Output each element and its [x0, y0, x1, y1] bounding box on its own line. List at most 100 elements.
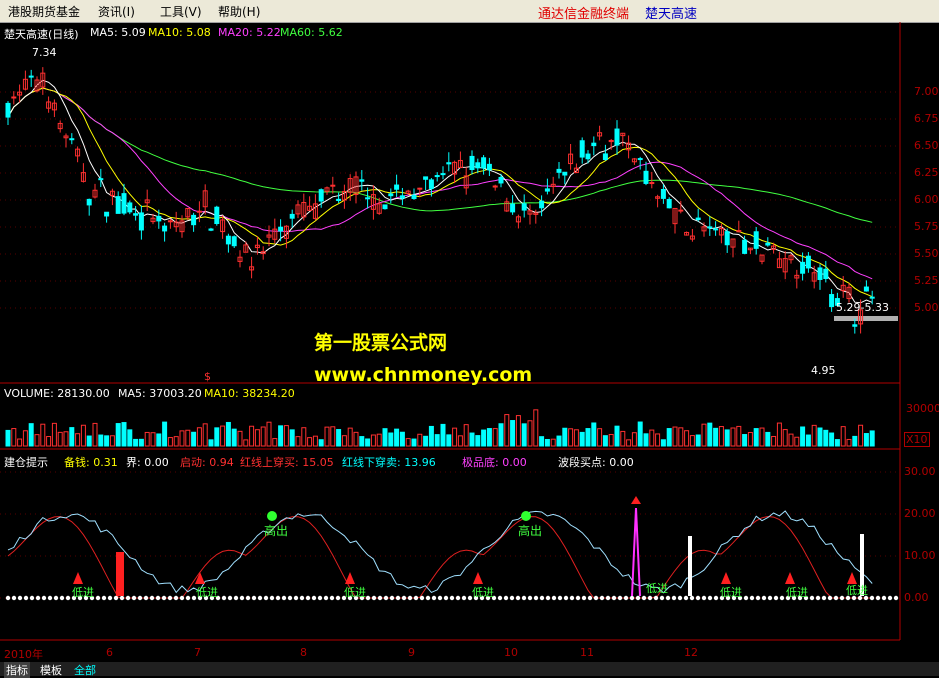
chart-canvas[interactable]	[0, 22, 939, 662]
volume-unit[interactable]: X10	[904, 432, 930, 447]
candle-body	[278, 226, 284, 232]
x-axis-label: 12	[684, 646, 698, 659]
volume-bar	[388, 432, 394, 447]
buy-arrow-marker	[785, 572, 795, 584]
volume-bar	[533, 409, 539, 447]
volume-bar	[695, 434, 701, 447]
price-tick-label: 5.25	[914, 274, 939, 287]
volume-bar	[307, 437, 313, 447]
sell-dot-marker	[267, 511, 277, 521]
candle-body	[695, 217, 701, 221]
volume-bar	[341, 435, 347, 447]
stock-title: 楚天高速	[645, 7, 698, 22]
baseline-dot	[689, 595, 695, 601]
baseline-dot	[137, 595, 143, 601]
indicator-tick-label: 30.00	[904, 465, 936, 478]
baseline-dot	[443, 595, 449, 601]
baseline-dot	[521, 595, 527, 601]
buy-arrow-marker	[195, 572, 205, 584]
candle-body	[214, 206, 220, 225]
baseline-dot	[659, 595, 665, 601]
candle-body	[823, 268, 829, 280]
volume-bar	[562, 427, 568, 447]
indicator-jipindi: 极品底: 0.00	[462, 456, 527, 469]
baseline-dot	[101, 595, 107, 601]
volume-bar	[127, 429, 133, 447]
candle-body	[446, 162, 452, 165]
price-tick-label: 6.75	[914, 112, 939, 125]
candle-body	[336, 198, 342, 201]
volume-bar	[771, 435, 777, 447]
volume-bar	[724, 429, 730, 447]
candle-body	[562, 171, 568, 176]
baseline-dot	[185, 595, 191, 601]
baseline-dot	[575, 595, 581, 601]
menu-item-help[interactable]: 帮助(H)	[218, 3, 260, 20]
candle-body	[544, 188, 550, 192]
volume-bar	[742, 434, 748, 447]
baseline-dot	[311, 595, 317, 601]
volume-bar	[179, 430, 185, 447]
volume-bar	[469, 432, 475, 447]
candle-body	[191, 214, 197, 226]
volume-bar	[701, 423, 707, 447]
volume-bar	[133, 438, 139, 447]
baseline-dot	[671, 595, 677, 601]
baseline-dot	[107, 595, 113, 601]
watermark-url: www.chnmoney.com	[314, 364, 533, 386]
volume-bar	[614, 425, 620, 447]
volume-bar	[98, 434, 104, 447]
baseline-dot	[221, 595, 227, 601]
volume-bar	[150, 432, 156, 447]
candle-body	[69, 138, 75, 141]
baseline-dot	[833, 595, 839, 601]
volume-bar	[486, 428, 492, 447]
volume-bar	[736, 425, 742, 447]
candle-body	[156, 215, 162, 222]
volume-bar	[655, 433, 661, 447]
baseline-dot	[809, 595, 815, 601]
candle-body	[481, 157, 487, 169]
volume-bar	[34, 434, 40, 447]
volume-bar	[156, 433, 162, 447]
x-axis-label: 9	[408, 646, 415, 659]
volume-bar	[167, 437, 173, 447]
baseline-dot	[323, 595, 329, 601]
menu-item-hk-futures[interactable]: 港股期货基金	[8, 3, 80, 20]
watermark-title: 第一股票公式网	[314, 332, 448, 354]
candle-body	[724, 231, 730, 246]
menu-item-tools[interactable]: 工具(V)	[160, 3, 202, 20]
volume-bar	[405, 438, 411, 447]
sell-dot-marker	[521, 511, 531, 521]
buy-arrow-marker	[345, 572, 355, 584]
menu-item-news[interactable]: 资讯(I)	[98, 3, 135, 20]
volume-bar	[852, 435, 858, 447]
candle-body	[765, 242, 771, 246]
candle-body	[98, 178, 104, 181]
volume-bar	[568, 428, 574, 447]
volume-bar	[713, 427, 719, 447]
candle-body	[318, 189, 324, 202]
volume-bar	[86, 435, 92, 447]
volume-bar	[579, 431, 585, 447]
volume-bar	[104, 435, 110, 447]
volume-bar	[185, 429, 191, 447]
volume-bar	[823, 429, 829, 447]
baseline-dot	[779, 595, 785, 601]
volume-bar	[626, 439, 632, 447]
baseline-dot	[413, 595, 419, 601]
price-tick-label: 5.00	[914, 301, 939, 314]
volume-bar	[260, 426, 266, 447]
baseline-dot	[629, 595, 635, 601]
candle-body	[863, 286, 869, 292]
buy-arrow-marker	[473, 572, 483, 584]
candle-body	[5, 102, 11, 118]
volume-bar	[301, 427, 307, 447]
candle-body	[428, 179, 434, 189]
baseline-dot	[149, 595, 155, 601]
ma5-line	[7, 79, 873, 304]
baseline-dot	[29, 595, 35, 601]
buy-signal-label: 低进	[646, 582, 668, 595]
candle-body	[417, 187, 423, 190]
candle-body	[423, 176, 429, 180]
